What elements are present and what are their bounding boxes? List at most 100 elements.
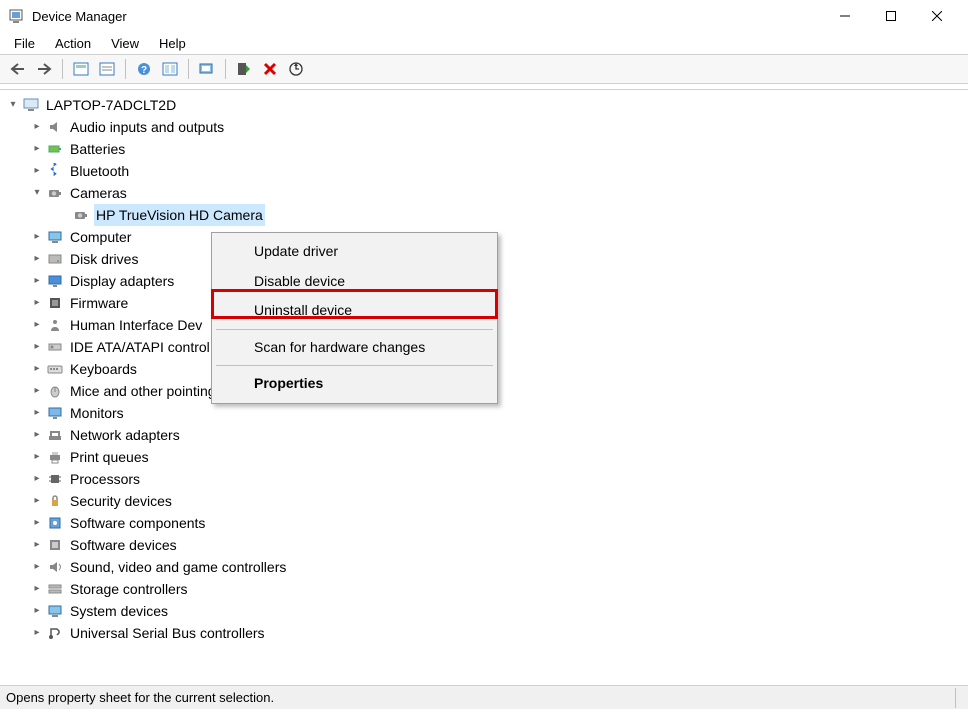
tree-item-label: Display adapters xyxy=(68,270,176,292)
expander-icon[interactable]: ▸ xyxy=(30,229,44,245)
tree-item-label: Cameras xyxy=(68,182,129,204)
category-icon xyxy=(46,294,64,312)
tree-item-label: Keyboards xyxy=(68,358,139,380)
enable-device-button[interactable] xyxy=(232,57,256,81)
tree-item-label: LAPTOP-7ADCLT2D xyxy=(44,94,178,116)
category-icon xyxy=(46,316,64,334)
scan-hardware-button[interactable] xyxy=(195,57,219,81)
titlebar: Device Manager xyxy=(0,0,968,32)
ctx-properties[interactable]: Properties xyxy=(214,369,495,399)
tree-item[interactable]: ▸ Software devices xyxy=(2,534,966,556)
expander-icon[interactable]: ▸ xyxy=(30,625,44,641)
expander-icon[interactable]: ▸ xyxy=(30,537,44,553)
tree-item[interactable]: ▸Batteries xyxy=(2,138,966,160)
expander-icon[interactable]: ▸ xyxy=(30,361,44,377)
category-icon xyxy=(46,404,64,422)
category-icon xyxy=(46,536,64,554)
category-icon xyxy=(46,492,64,510)
tree-item-label: Network adapters xyxy=(68,424,182,446)
tree-item-label: Security devices xyxy=(68,490,174,512)
expander-icon[interactable]: ▸ xyxy=(30,317,44,333)
tree-item-label: Computer xyxy=(68,226,133,248)
camera-icon xyxy=(72,206,90,224)
category-icon xyxy=(46,360,64,378)
back-button[interactable] xyxy=(6,57,30,81)
toolbar-sep xyxy=(188,59,189,79)
expander-icon[interactable]: ▸ xyxy=(30,163,44,179)
expander-icon[interactable]: ▸ xyxy=(30,559,44,575)
tree-item[interactable]: ▸Bluetooth xyxy=(2,160,966,182)
action-button[interactable] xyxy=(158,57,182,81)
tree-item[interactable]: ▸ Security devices xyxy=(2,490,966,512)
tree-item-label: Software components xyxy=(68,512,207,534)
expander-icon[interactable]: ▸ xyxy=(30,493,44,509)
expander-icon[interactable]: ▸ xyxy=(30,405,44,421)
expander-icon[interactable]: ▸ xyxy=(30,273,44,289)
maximize-button[interactable] xyxy=(868,0,914,32)
expander-icon[interactable]: ▸ xyxy=(30,295,44,311)
tree-item-label: System devices xyxy=(68,600,170,622)
show-hide-console-button[interactable] xyxy=(69,57,93,81)
category-icon xyxy=(46,250,64,268)
category-icon xyxy=(46,118,64,136)
tree-item-label: Sound, video and game controllers xyxy=(68,556,288,578)
ctx-scan-hardware[interactable]: Scan for hardware changes xyxy=(214,333,495,363)
computer-icon xyxy=(22,96,40,114)
device-manager-icon xyxy=(8,8,24,24)
ctx-uninstall-device[interactable]: Uninstall device xyxy=(214,296,495,326)
toolbar-sep xyxy=(62,59,63,79)
help-button[interactable]: ? xyxy=(132,57,156,81)
menu-help[interactable]: Help xyxy=(149,34,196,53)
minimize-button[interactable] xyxy=(822,0,868,32)
tree-item[interactable]: ▸Universal Serial Bus controllers xyxy=(2,622,966,644)
statusbar-text: Opens property sheet for the current sel… xyxy=(6,690,274,705)
category-icon xyxy=(46,184,64,202)
tree-item[interactable]: ▸ System devices xyxy=(2,600,966,622)
forward-button[interactable] xyxy=(32,57,56,81)
category-icon xyxy=(46,558,64,576)
category-icon xyxy=(46,162,64,180)
category-icon xyxy=(46,382,64,400)
update-driver-button[interactable] xyxy=(284,57,308,81)
tree-item[interactable]: ▸ Sound, video and game controllers xyxy=(2,556,966,578)
expander-icon[interactable]: ▸ xyxy=(30,603,44,619)
ctx-disable-device[interactable]: Disable device xyxy=(214,267,495,297)
expander-icon[interactable]: ▸ xyxy=(30,119,44,135)
toolbar-sep xyxy=(225,59,226,79)
tree-item[interactable]: ▸Storage controllers xyxy=(2,578,966,600)
tree-root[interactable]: ▾ LAPTOP-7ADCLT2D xyxy=(2,94,966,116)
tree-item[interactable]: ▸ Network adapters xyxy=(2,424,966,446)
expander-icon[interactable]: ▸ xyxy=(30,449,44,465)
tree-item[interactable]: ▸ Audio inputs and outputs xyxy=(2,116,966,138)
tree-item[interactable]: HP TrueVision HD Camera xyxy=(2,204,966,226)
ctx-sep xyxy=(216,329,493,330)
expander-icon[interactable]: ▸ xyxy=(30,251,44,267)
expander-icon[interactable]: ▸ xyxy=(30,383,44,399)
menu-view[interactable]: View xyxy=(101,34,149,53)
tree-item[interactable]: ▸ Software components xyxy=(2,512,966,534)
tree-item-label: IDE ATA/ATAPI control xyxy=(68,336,212,358)
close-button[interactable] xyxy=(914,0,960,32)
uninstall-device-button[interactable] xyxy=(258,57,282,81)
expander-icon[interactable]: ▸ xyxy=(30,339,44,355)
expander-icon[interactable]: ▾ xyxy=(6,97,20,113)
expander-icon[interactable]: ▸ xyxy=(30,141,44,157)
toolbar: ? xyxy=(0,54,968,84)
ctx-update-driver[interactable]: Update driver xyxy=(214,237,495,267)
menu-action[interactable]: Action xyxy=(45,34,101,53)
expander-icon[interactable]: ▸ xyxy=(30,581,44,597)
category-icon xyxy=(46,140,64,158)
expander-icon[interactable]: ▸ xyxy=(30,515,44,531)
tree-item[interactable]: ▸Monitors xyxy=(2,402,966,424)
menu-file[interactable]: File xyxy=(4,34,45,53)
expander-icon[interactable]: ▸ xyxy=(30,427,44,443)
properties-button[interactable] xyxy=(95,57,119,81)
tree-item[interactable]: ▾ Cameras xyxy=(2,182,966,204)
tree-item[interactable]: ▸Processors xyxy=(2,468,966,490)
tree-item-label: Software devices xyxy=(68,534,179,556)
expander-icon[interactable]: ▸ xyxy=(30,471,44,487)
tree-item-label: Audio inputs and outputs xyxy=(68,116,226,138)
tree-item[interactable]: ▸Print queues xyxy=(2,446,966,468)
context-menu: Update driver Disable device Uninstall d… xyxy=(211,232,498,404)
expander-icon[interactable]: ▾ xyxy=(30,185,44,201)
